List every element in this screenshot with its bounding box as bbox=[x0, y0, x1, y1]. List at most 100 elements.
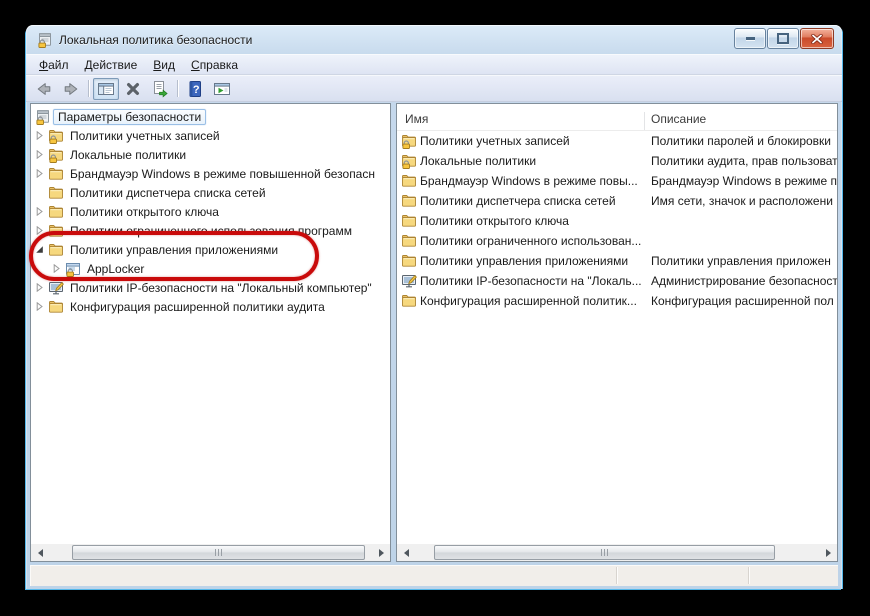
maximize-icon bbox=[777, 33, 789, 44]
tree-item[interactable]: Брандмауэр Windows в режиме повышенной б… bbox=[31, 164, 390, 183]
toolbar-separator bbox=[88, 80, 89, 97]
list-item-name: Политики диспетчера списка сетей bbox=[420, 194, 616, 208]
secpol-console-lock-icon bbox=[37, 32, 53, 48]
tree-horizontal-scrollbar[interactable] bbox=[31, 544, 390, 561]
list-item[interactable]: Политики управления приложениямиПолитики… bbox=[397, 251, 837, 271]
list-item[interactable]: Политики диспетчера списка сетейИмя сети… bbox=[397, 191, 837, 211]
tree-expander-collapsed-icon[interactable] bbox=[35, 226, 48, 235]
tree-item[interactable]: Конфигурация расширенной политики аудита bbox=[31, 297, 390, 316]
list-item[interactable]: Брандмауэр Windows в режиме повы... Бранд… bbox=[397, 171, 837, 191]
folder-lock-icon bbox=[401, 153, 417, 169]
column-header-name[interactable]: Имя bbox=[397, 112, 645, 130]
tree-item[interactable]: Локальные политики bbox=[31, 145, 390, 164]
scrollbar-track[interactable] bbox=[48, 544, 373, 561]
list-item-name: Политики управления приложениями bbox=[420, 254, 628, 268]
scroll-right-button[interactable] bbox=[373, 544, 390, 561]
forward-arrow-icon bbox=[62, 80, 80, 98]
close-button[interactable] bbox=[800, 28, 834, 49]
list-item-name: Политики открытого ключа bbox=[420, 214, 569, 228]
scrollbar-track[interactable] bbox=[414, 544, 820, 561]
tree-item[interactable]: Политики диспетчера списка сетей bbox=[31, 183, 390, 202]
folder-icon bbox=[401, 233, 417, 249]
folder-icon bbox=[401, 173, 417, 189]
list-item-name: Конфигурация расширенной политик... bbox=[420, 294, 637, 308]
menu-bar: ФайлДействиеВидСправка bbox=[26, 54, 842, 75]
folder-lock-icon bbox=[48, 147, 64, 163]
help-button[interactable]: ? bbox=[182, 78, 208, 100]
list-item[interactable]: Политики открытого ключа bbox=[397, 211, 837, 231]
tree-expander-expanded-icon[interactable] bbox=[35, 245, 48, 254]
tree-item[interactable]: Политики ограниченного использования про… bbox=[31, 221, 390, 240]
maximize-button[interactable] bbox=[767, 28, 799, 49]
tree-item-label: Политики ограниченного использования про… bbox=[68, 223, 354, 239]
status-bar bbox=[30, 565, 838, 586]
tree-item[interactable]: Политики IP-безопасности на "Локальный к… bbox=[31, 278, 390, 297]
list-item[interactable]: Политики учетных записейПолитики паролей… bbox=[397, 131, 837, 151]
folder-icon bbox=[48, 242, 64, 258]
window-title: Локальная политика безопасности bbox=[59, 33, 252, 47]
list-item-name-cell: Политики ограниченного использован... bbox=[397, 233, 645, 249]
svg-text:?: ? bbox=[193, 84, 200, 96]
list-horizontal-scrollbar[interactable] bbox=[397, 544, 837, 561]
tree-expander-collapsed-icon[interactable] bbox=[35, 169, 48, 178]
scrollbar-grip-icon bbox=[601, 549, 609, 556]
list-item-description: Брандмауэр Windows в режиме п bbox=[645, 174, 837, 188]
minimize-icon bbox=[746, 37, 755, 40]
list-rows: Политики учетных записейПолитики паролей… bbox=[397, 131, 837, 311]
list-item-name-cell: Политики IP-безопасности на "Локаль... bbox=[397, 273, 645, 289]
scrollbar-thumb[interactable] bbox=[434, 545, 775, 560]
tree-expander-collapsed-icon[interactable] bbox=[35, 131, 48, 140]
menu-item-help[interactable]: Справка bbox=[183, 58, 246, 72]
tree-expander-collapsed-icon[interactable] bbox=[35, 302, 48, 311]
list-item[interactable]: Локальные политикиПолитики аудита, прав … bbox=[397, 151, 837, 171]
console-tree-icon bbox=[97, 80, 115, 98]
tree-expander-collapsed-icon[interactable] bbox=[35, 150, 48, 159]
tree-item-label: Локальные политики bbox=[68, 147, 188, 163]
list-item[interactable]: Политики IP-безопасности на "Локаль...Ад… bbox=[397, 271, 837, 291]
app-window: Локальная политика безопасности ФайлДейс… bbox=[26, 25, 842, 589]
delete-button[interactable] bbox=[120, 78, 146, 100]
tree-item-label: Конфигурация расширенной политики аудита bbox=[68, 299, 327, 315]
list-item-name-cell: Брандмауэр Windows в режиме повы... bbox=[397, 173, 645, 189]
scroll-left-button[interactable] bbox=[397, 544, 414, 561]
folder-icon bbox=[48, 223, 64, 239]
forward-button[interactable] bbox=[58, 78, 84, 100]
list-item-name: Локальные политики bbox=[420, 154, 536, 168]
tree-item-label: Политики управления приложениями bbox=[68, 242, 280, 258]
folder-icon bbox=[401, 213, 417, 229]
export-list-button[interactable] bbox=[147, 78, 173, 100]
folder-icon bbox=[48, 204, 64, 220]
minimize-button[interactable] bbox=[734, 28, 766, 49]
menu-item-view[interactable]: Вид bbox=[145, 58, 183, 72]
tree-item[interactable]: Политики учетных записей bbox=[31, 126, 390, 145]
list-item[interactable]: Политики ограниченного использован... bbox=[397, 231, 837, 251]
menu-item-action[interactable]: Действие bbox=[77, 58, 146, 72]
menu-item-file[interactable]: Файл bbox=[31, 58, 77, 72]
scroll-left-button[interactable] bbox=[31, 544, 48, 561]
scroll-left-icon bbox=[400, 549, 409, 557]
tree-item[interactable]: Параметры безопасности bbox=[31, 107, 390, 126]
tree-expander-collapsed-icon[interactable] bbox=[52, 264, 65, 273]
list-item-name: Политики учетных записей bbox=[420, 134, 570, 148]
delete-x-icon bbox=[124, 80, 142, 98]
list-item-name: Брандмауэр Windows в режиме повы... bbox=[420, 174, 638, 188]
tree-expander-collapsed-icon[interactable] bbox=[35, 283, 48, 292]
back-button[interactable] bbox=[31, 78, 57, 100]
column-header-description[interactable]: Описание bbox=[645, 112, 837, 130]
scrollbar-thumb[interactable] bbox=[72, 545, 365, 560]
tree-item[interactable]: Политики управления приложениями bbox=[31, 240, 390, 259]
details-pane: ИмяОписание Политики учетных записейПоли… bbox=[396, 103, 838, 562]
list-item-name-cell: Локальные политики bbox=[397, 153, 645, 169]
list-item-name-cell: Политики диспетчера списка сетей bbox=[397, 193, 645, 209]
tree-item[interactable]: AppLocker bbox=[31, 259, 390, 278]
tree-item-label: Политики диспетчера списка сетей bbox=[68, 185, 268, 201]
show-console-tree-button[interactable] bbox=[93, 78, 119, 100]
tree-item[interactable]: Политики открытого ключа bbox=[31, 202, 390, 221]
scroll-right-button[interactable] bbox=[820, 544, 837, 561]
new-window-button[interactable] bbox=[209, 78, 235, 100]
folder-icon bbox=[401, 293, 417, 309]
scrollbar-grip-icon bbox=[215, 549, 223, 556]
tree-expander-collapsed-icon[interactable] bbox=[35, 207, 48, 216]
folder-icon bbox=[401, 253, 417, 269]
list-item[interactable]: Конфигурация расширенной политик...Конфи… bbox=[397, 291, 837, 311]
